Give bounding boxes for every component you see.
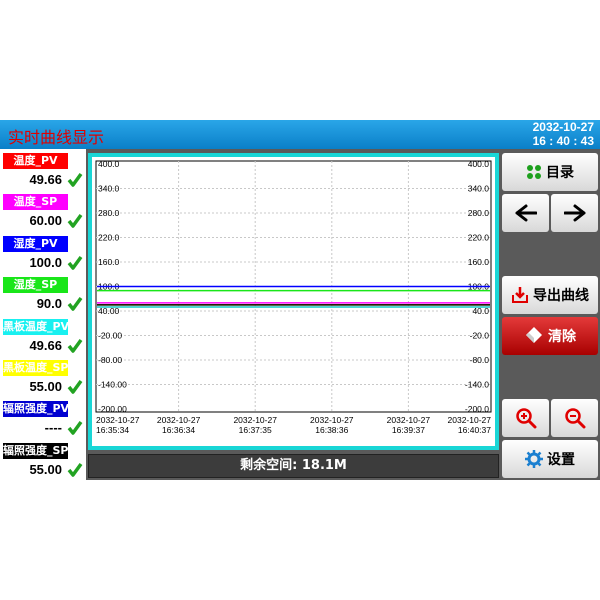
zoom-out-icon (564, 408, 585, 429)
param-value: 55.00 (29, 379, 62, 394)
export-curve-button[interactable]: 导出曲线 (502, 276, 598, 314)
header-bar: 实时曲线显示 2032-10-27 16 : 40 : 43 (0, 120, 600, 149)
empty-slot (502, 235, 598, 273)
param-label: 湿度_PV (3, 235, 68, 252)
chart-frame: 400.0 400.0 340.0 340.0 280.0 280.0 220.0 220.0… (88, 153, 499, 450)
param-value: 49.66 (29, 337, 62, 353)
download-icon (512, 287, 528, 303)
catalog-label: 目录 (546, 165, 574, 181)
check-icon[interactable] (67, 420, 83, 436)
settings-label: 设置 (547, 452, 575, 468)
parameter-panel: 温度_PV 49.66 温度_SP 60.00 湿度_PV 100.0 湿度_SP 90.0 黑… (0, 149, 86, 480)
param-value: 60.00 (29, 213, 62, 229)
check-icon[interactable] (67, 255, 83, 271)
y-tick-label-left: -80.00 (98, 355, 122, 365)
param-value: 100.0 (29, 254, 62, 270)
zoom-out-button[interactable] (551, 399, 598, 437)
y-tick-label-left: 280.0 (98, 208, 120, 218)
x-tick-time: 16:35:34 (96, 425, 129, 435)
catalog-button[interactable]: 目录 (502, 153, 598, 191)
check-icon[interactable] (67, 213, 83, 229)
y-tick-label-right: 280.0 (468, 208, 490, 218)
y-tick-label-left: 160.0 (98, 257, 120, 267)
y-tick-label-right: -20.0 (470, 331, 490, 341)
param-label: 辐照强度_SP (3, 442, 68, 459)
y-tick-label-right: 340.0 (468, 184, 490, 194)
gear-icon (525, 450, 543, 468)
param-label: 黑板温度_SP (3, 360, 68, 376)
time-text: 16 : 40 : 43 (532, 134, 594, 148)
x-tick-time: 16:40:37 (458, 425, 491, 435)
y-tick-label-left: 400.0 (98, 159, 120, 169)
check-icon[interactable] (67, 379, 83, 395)
hmi-screen: 实时曲线显示 2032-10-27 16 : 40 : 43 温度_PV 49.6… (0, 120, 600, 480)
check-icon[interactable] (67, 338, 83, 354)
settings-button[interactable]: 设置 (502, 440, 598, 478)
y-tick-label-left: 220.0 (98, 233, 120, 243)
empty-slot (502, 358, 598, 396)
param-label: 湿度_SP (3, 277, 68, 294)
chart-background (92, 157, 495, 446)
prev-button[interactable] (502, 194, 549, 232)
grid-dots-icon (527, 165, 541, 179)
y-tick-label-left: -200.00 (98, 404, 127, 414)
param-label: 温度_SP (3, 194, 68, 211)
x-tick-date: 2032-10-27 (96, 415, 140, 425)
param-value: 55.00 (29, 461, 62, 477)
x-tick-time: 16:39:37 (392, 425, 425, 435)
check-icon[interactable] (67, 172, 83, 188)
check-icon[interactable] (67, 296, 83, 312)
param-label: 辐照强度_PV (3, 401, 68, 418)
arrow-left-icon (515, 204, 537, 222)
clear-button[interactable]: 清除 (502, 317, 598, 355)
y-tick-label-right: 400.0 (468, 159, 490, 169)
param-label: 黑板温度_PV (3, 318, 68, 335)
param-value: 90.0 (36, 296, 62, 312)
y-tick-label-left: -20.00 (98, 331, 122, 341)
arrow-right-icon (563, 204, 585, 222)
x-tick-date: 2032-10-27 (448, 415, 492, 425)
y-tick-label-right: 220.0 (468, 233, 490, 243)
param-value: ---- (44, 420, 62, 436)
eraser-icon (526, 327, 542, 343)
x-tick-time: 16:38:36 (315, 425, 348, 435)
x-tick-time: 16:36:34 (162, 425, 195, 435)
storage-status: 剩余空间: 18.1M (88, 454, 499, 478)
date-text: 2032-10-27 (532, 120, 594, 134)
x-tick-date: 2032-10-27 (233, 415, 277, 425)
zoom-in-icon (515, 408, 536, 429)
y-tick-label-left: 340.0 (98, 184, 120, 194)
x-tick-date: 2032-10-27 (387, 415, 431, 425)
check-icon[interactable] (67, 462, 83, 478)
x-tick-time: 16:37:35 (239, 425, 272, 435)
next-button[interactable] (551, 194, 598, 232)
x-tick-date: 2032-10-27 (157, 415, 201, 425)
y-tick-label-right: 160.0 (468, 257, 490, 267)
clear-label: 清除 (548, 329, 576, 345)
page-title: 实时曲线显示 (8, 128, 105, 147)
param-label: 温度_PV (3, 153, 68, 169)
y-tick-label-right: -200.0 (465, 404, 489, 414)
x-tick-date: 2032-10-27 (310, 415, 354, 425)
datetime: 2032-10-27 16 : 40 : 43 (533, 120, 594, 148)
zoom-in-button[interactable] (502, 399, 549, 437)
y-tick-label-right: -80.0 (470, 355, 490, 365)
export-label: 导出曲线 (533, 288, 589, 304)
y-tick-label-left: -140.00 (98, 380, 127, 390)
trend-chart: 400.0 400.0 340.0 340.0 280.0 280.0 220.0 220.0… (92, 157, 495, 446)
y-tick-label-right: -140.0 (465, 380, 489, 390)
param-value: 49.66 (29, 172, 62, 187)
